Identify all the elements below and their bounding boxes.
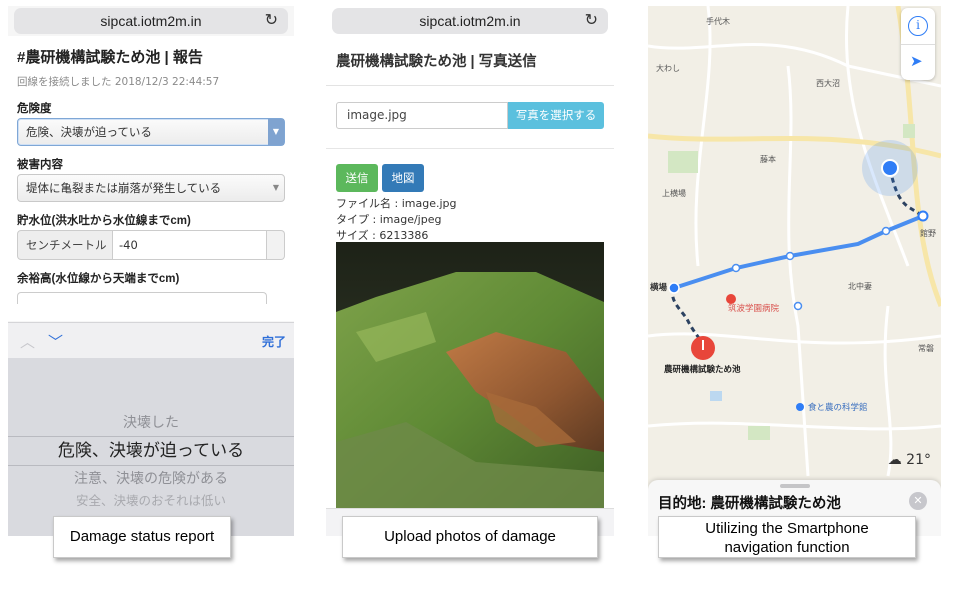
- close-icon[interactable]: ✕: [909, 492, 927, 510]
- choose-photo-button[interactable]: 写真を選択する: [508, 102, 604, 129]
- water-level-label: 貯水位(洪水吐から水位線までcm): [17, 215, 191, 227]
- damage-report-screen: sipcat.iotm2m.in ↻ #農研機構試験ため池 | 報告 回線を接続…: [8, 6, 294, 536]
- caption-line: Utilizing the Smartphone: [705, 520, 869, 537]
- reload-icon[interactable]: ↻: [265, 8, 278, 34]
- danger-level-select[interactable]: 危険、決壊が迫っている ▼: [17, 118, 285, 146]
- chevron-up-icon[interactable]: ︿: [20, 331, 35, 352]
- file-name-info: ファイル名 : image.jpg: [336, 197, 457, 210]
- danger-level-label: 危険度: [17, 103, 52, 115]
- map-label: 横場: [649, 282, 668, 293]
- file-type-info: タイプ : image/jpeg: [336, 213, 442, 226]
- url-bar[interactable]: sipcat.iotm2m.in ↻: [14, 8, 288, 34]
- caption-line: navigation function: [724, 539, 850, 556]
- temperature: 21°: [906, 452, 931, 468]
- chevron-down-icon[interactable]: ﹀: [48, 331, 63, 352]
- info-icon[interactable]: i: [908, 16, 928, 36]
- picker-option[interactable]: 決壊した: [8, 412, 294, 432]
- sheet-handle[interactable]: [780, 484, 810, 488]
- caption-damage-report: Damage status report: [53, 516, 231, 558]
- page-title: 農研機構試験ため池 | 写真送信: [336, 54, 537, 70]
- map-label: 手代木: [706, 16, 730, 26]
- water-level-input[interactable]: -40: [113, 230, 267, 260]
- connection-status: 回線を接続しました 2018/12/3 22:44:57: [17, 76, 220, 88]
- send-button[interactable]: 送信: [336, 164, 378, 192]
- report-form: #農研機構試験ため池 | 報告 回線を接続しました 2018/12/3 22:4…: [8, 36, 294, 321]
- done-button[interactable]: 完了: [262, 333, 286, 350]
- url-bar[interactable]: sipcat.iotm2m.in ↻: [332, 8, 608, 34]
- map-label: 館野: [920, 228, 936, 238]
- picker-option[interactable]: 注意、決壊の危険がある: [8, 468, 294, 488]
- caption-upload-photos: Upload photos of damage: [342, 516, 598, 558]
- map-label: 農研機構試験ため池: [664, 364, 741, 375]
- chevron-down-icon: ▼: [272, 183, 280, 192]
- cloud-icon: ☁: [887, 452, 902, 468]
- page-header: 農研機構試験ため池 | 写真送信: [326, 36, 614, 86]
- page-title: #農研機構試験ため池 | 報告: [17, 49, 203, 66]
- option-picker[interactable]: 決壊した 危険、決壊が迫っている 注意、決壊の危険がある 安全、決壊のおそれは低…: [8, 358, 294, 536]
- url-text: sipcat.iotm2m.in: [419, 13, 521, 29]
- damage-type-value: 堤体に亀裂または崩落が発生している: [26, 181, 222, 195]
- water-level-group: センチメートル -40: [17, 230, 285, 260]
- damage-type-select[interactable]: 堤体に亀裂または崩落が発生している ▼: [17, 174, 285, 202]
- caption-navigation: Utilizing the Smartphone navigation func…: [658, 516, 916, 558]
- map-label: 藤本: [760, 154, 776, 164]
- map-label: 常磐: [918, 343, 934, 353]
- water-level-addon-button[interactable]: [267, 230, 285, 260]
- picker-option[interactable]: 安全、決壊のおそれは低い: [8, 490, 294, 509]
- danger-level-value: 危険、決壊が迫っている: [26, 125, 152, 139]
- map-button[interactable]: 地図: [382, 164, 424, 192]
- map-label: 筑波学園病院: [728, 303, 780, 314]
- map-label: 北中妻: [848, 281, 872, 291]
- navigation-map-screen: 手代木 大わし 西大沼 藤本 上横場 北中妻 館野 常磐 横場 筑波学園病院 農…: [648, 6, 941, 536]
- map-label: 西大沼: [816, 78, 840, 88]
- chevron-down-icon: ▼: [268, 119, 284, 145]
- location-arrow-icon[interactable]: ➤: [910, 52, 923, 70]
- file-name-input[interactable]: image.jpg: [336, 102, 508, 129]
- reload-icon[interactable]: ↻: [585, 8, 598, 34]
- map-label: 上横場: [662, 188, 686, 198]
- map-label: 食と農の科学館: [808, 402, 868, 413]
- water-level-unit: センチメートル: [17, 230, 113, 260]
- freeboard-input[interactable]: [17, 292, 267, 304]
- divider: [326, 148, 614, 149]
- damage-photo: [336, 242, 604, 508]
- photo-upload-screen: sipcat.iotm2m.in ↻ 農研機構試験ため池 | 写真送信 imag…: [326, 6, 614, 536]
- keyboard-toolbar: ︿ ﹀ 完了: [8, 322, 294, 358]
- divider: [901, 44, 935, 45]
- map-label: 大わし: [656, 63, 680, 73]
- freeboard-label: 余裕高(水位線から天端までcm): [17, 273, 180, 285]
- picker-option-selected[interactable]: 危険、決壊が迫っている: [8, 436, 294, 466]
- figure: sipcat.iotm2m.in ↻ #農研機構試験ため池 | 報告 回線を接続…: [0, 0, 958, 592]
- weather-badge: ☁ 21°: [888, 452, 931, 468]
- file-size-info: サイズ : 6213386: [336, 229, 429, 242]
- map-controls: i ➤: [901, 8, 935, 80]
- damage-type-label: 被害内容: [17, 159, 63, 171]
- url-text: sipcat.iotm2m.in: [100, 13, 202, 29]
- destination-title: 目的地: 農研機構試験ため池: [658, 496, 841, 512]
